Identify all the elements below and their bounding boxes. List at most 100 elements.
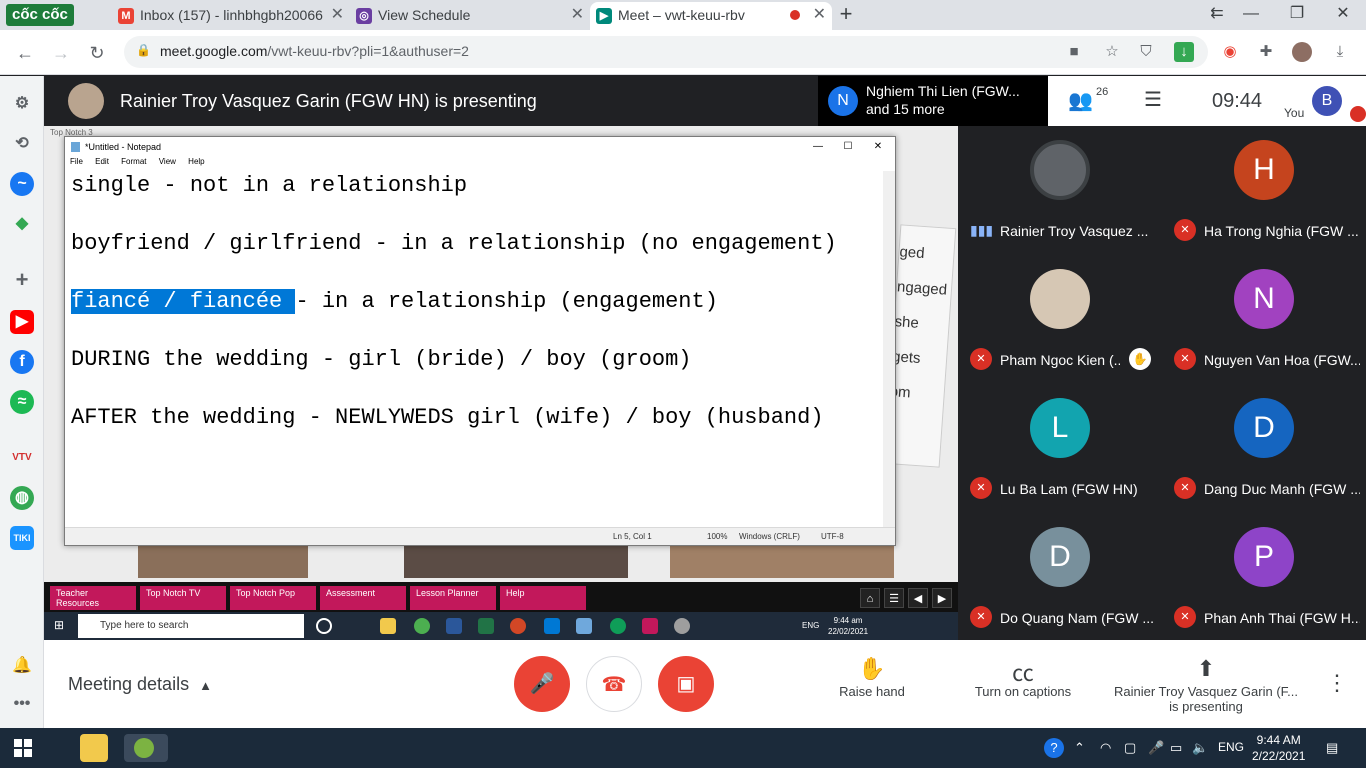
nav-teacher-resources[interactable]: Teacher Resources [50,586,136,610]
messenger-icon[interactable]: ~ [10,172,34,196]
people-icon[interactable]: 👥 [1068,88,1093,113]
notepad-taskbar-icon[interactable] [576,618,592,634]
participant-tile[interactable]: ▮▮▮ Rainier Troy Vasquez ... [958,134,1162,263]
new-tab-button[interactable]: + [832,2,860,28]
tab-schedule[interactable]: ◎ View Schedule ✕ [350,2,590,30]
nav-top-notch-tv[interactable]: Top Notch TV [140,586,226,610]
language-indicator[interactable]: ENG [1218,740,1244,754]
restore-button[interactable]: ❐ [1274,2,1320,26]
vtv-icon[interactable]: VTV [10,446,34,470]
participant-tile[interactable]: H ✕ Ha Trong Nghia (FGW ... [1162,134,1366,263]
address-bar[interactable]: 🔒 meet.google.com/vwt-keuu-rbv?pli=1&aut… [124,36,1208,68]
mic-toggle-button[interactable]: 🎤 [514,656,570,712]
device-icon[interactable]: ▢ [1124,740,1136,756]
chevron-up-icon[interactable]: ⌃ [1074,740,1085,756]
youtube-icon[interactable]: ▶ [10,310,34,334]
join-notification[interactable]: N Nghiem Thi Lien (FGW... and 15 more [818,76,1048,126]
bell-icon[interactable]: 🔔 [10,654,34,678]
os-clock[interactable]: 9:44 AM 2/22/2021 [1252,732,1305,764]
powerpoint-icon[interactable] [510,618,526,634]
nav-assessment[interactable]: Assessment [320,586,406,610]
nav-top-notch-pop[interactable]: Top Notch Pop [230,586,316,610]
notepad-text-area[interactable]: single - not in a relationship boyfriend… [69,171,883,529]
star-icon[interactable]: ☆ [1102,42,1122,62]
close-button[interactable]: ✕ [863,137,893,157]
participant-tile[interactable]: L ✕ Lu Ba Lam (FGW HN) [958,392,1162,521]
cortana-icon[interactable] [316,618,332,634]
mic-icon[interactable]: 🎤 [1148,740,1164,756]
app-icon[interactable] [674,618,690,634]
puzzle-icon[interactable]: ✚ [1256,42,1276,62]
participant-tile[interactable]: D ✕ Dang Duc Manh (FGW ... [1162,392,1366,521]
close-icon[interactable]: ✕ [331,2,344,28]
coccoc-logo[interactable]: cốc cốc [6,4,74,26]
maximize-button[interactable]: ☐ [833,137,863,157]
leave-call-button[interactable]: ☎ [586,656,642,712]
nav-help[interactable]: Help [500,586,586,610]
add-icon[interactable]: + [10,268,34,292]
tab-gmail[interactable]: M Inbox (157) - linhbhgbh20066 ✕ [112,2,350,30]
excel-icon[interactable] [478,618,494,634]
edge-icon[interactable] [610,618,626,634]
menu-edit[interactable]: Edit [95,157,109,166]
shield-icon[interactable]: ⛉ [1136,42,1156,62]
notifications-icon[interactable]: ▤ [1326,740,1338,756]
chrome-extension-icon[interactable]: ◉ [1220,42,1240,62]
network-icon[interactable]: ◠ [1100,740,1111,756]
prev-icon[interactable]: ◀ [908,588,928,608]
chat-icon[interactable]: ☰ [1144,87,1162,112]
menu-format[interactable]: Format [121,157,146,166]
more-options-icon[interactable]: ⋮ [1326,670,1348,696]
scrollbar[interactable] [883,171,895,529]
windows-start-icon[interactable]: ⊞ [54,619,66,631]
word-icon[interactable] [446,618,462,634]
minimize-button[interactable]: — [803,137,833,157]
volume-icon[interactable]: 🔈 [1192,740,1208,756]
menu-help[interactable]: Help [188,157,204,166]
meeting-details-button[interactable]: Meeting details ▲ [68,674,212,695]
taskbar-search[interactable]: Type here to search [78,614,304,638]
camera-toggle-button[interactable]: ▣ [658,656,714,712]
help-icon[interactable]: ? [1044,738,1064,758]
participant-tile[interactable]: ✕ Pham Ngoc Kien (... ✋ [958,263,1162,392]
mail-icon[interactable] [544,618,560,634]
game-icon[interactable]: ◆ [10,212,34,236]
next-icon[interactable]: ▶ [932,588,952,608]
tiki-icon[interactable]: TIKI [10,526,34,550]
menu-file[interactable]: File [70,157,83,166]
home-icon[interactable]: ⌂ [860,588,880,608]
back-button[interactable]: ← [12,40,38,66]
battery-icon[interactable]: ▭ [1170,740,1182,756]
minimize-button[interactable]: — [1228,2,1274,26]
participant-tile[interactable]: D ✕ Do Quang Nam (FGW ... [958,521,1162,650]
list-icon[interactable]: ☰ [884,588,904,608]
download-icon[interactable]: ⤓ [1330,42,1350,62]
captions-button[interactable]: ㏄ Turn on captions [964,656,1082,699]
history-icon[interactable]: ⟲ [10,132,34,156]
reload-button[interactable]: ↻ [84,40,110,66]
tab-meet[interactable]: ▶ Meet – vwt-keuu-rbv ✕ [590,2,832,30]
facebook-icon[interactable]: f [10,350,34,374]
raise-hand-button[interactable]: ✋ Raise hand [832,656,912,699]
coccoc-taskbar-icon[interactable] [124,734,168,762]
participant-tile[interactable]: P ✕ Phan Anh Thai (FGW H... [1162,521,1366,650]
windows-start-icon[interactable] [14,739,32,757]
folder-icon[interactable] [380,618,396,634]
chrome-icon[interactable] [414,618,430,634]
close-icon[interactable]: ✕ [571,2,584,28]
profile-avatar[interactable] [1292,42,1312,62]
download-extension-icon[interactable]: ↓ [1174,42,1194,62]
close-window-button[interactable]: ✕ [1320,2,1366,26]
spotify-icon[interactable]: ≈ [10,390,34,414]
camera-icon[interactable]: ■ [1064,42,1084,62]
gear-icon[interactable]: ⚙ [10,92,34,116]
file-explorer-icon[interactable] [80,734,108,762]
participant-tile[interactable]: N ✕ Nguyen Van Hoa (FGW... [1162,263,1366,392]
top-notch-icon[interactable] [642,618,658,634]
close-icon[interactable]: ✕ [813,2,826,28]
presenting-button[interactable]: ⬆ Rainier Troy Vasquez Garin (F... is pr… [1108,656,1304,714]
menu-view[interactable]: View [159,157,176,166]
forward-button[interactable]: → [48,40,74,66]
more-icon[interactable]: ••• [10,692,34,716]
nav-lesson-planner[interactable]: Lesson Planner [410,586,496,610]
